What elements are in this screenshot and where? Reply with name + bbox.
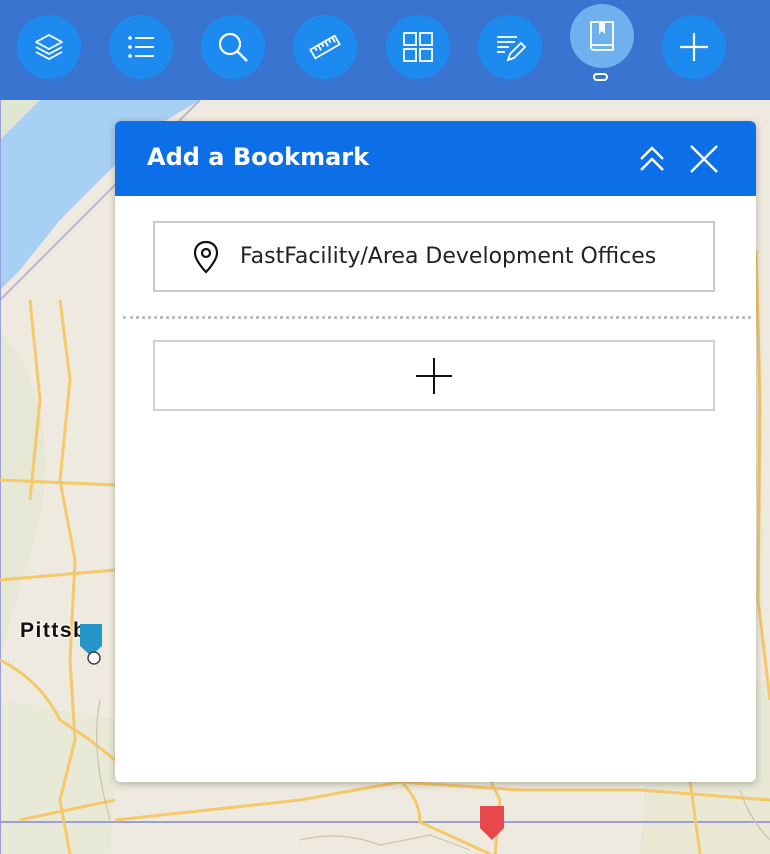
bookmark-panel: Add a Bookmark FastFacility/Area Develop… xyxy=(115,121,756,782)
list-icon xyxy=(128,36,154,58)
bookmark-label: FastFacility/Area Development Offices xyxy=(240,244,657,269)
grid-icon xyxy=(403,32,433,62)
search-icon xyxy=(218,32,248,62)
basemap-gallery-button[interactable] xyxy=(386,15,450,79)
edit-icon xyxy=(497,36,527,62)
panel-title: Add a Bookmark xyxy=(147,143,370,171)
add-button[interactable] xyxy=(662,15,726,79)
bookmark-icon xyxy=(590,21,614,51)
layers-icon xyxy=(35,34,63,60)
bookmark-item[interactable]: FastFacility/Area Development Offices xyxy=(153,221,715,292)
legend-button[interactable] xyxy=(109,15,173,79)
panel-header: Add a Bookmark xyxy=(115,121,756,196)
search-button[interactable] xyxy=(201,15,265,79)
ruler-icon xyxy=(309,34,341,60)
divider xyxy=(123,316,751,319)
toolbar xyxy=(0,0,770,100)
active-tool-indicator xyxy=(593,73,608,81)
plus-icon xyxy=(680,33,708,61)
plus-icon xyxy=(416,357,452,394)
measure-button[interactable] xyxy=(293,15,357,79)
map-marker-icon[interactable] xyxy=(478,804,506,844)
add-bookmark-button[interactable] xyxy=(153,340,715,411)
layers-button[interactable] xyxy=(17,15,81,79)
close-icon[interactable] xyxy=(688,143,720,175)
bookmarks-button[interactable] xyxy=(570,4,634,68)
collapse-icon[interactable] xyxy=(636,143,668,175)
map-marker-icon[interactable] xyxy=(78,622,106,666)
map-pin-icon xyxy=(193,240,219,274)
edit-button[interactable] xyxy=(478,15,542,79)
